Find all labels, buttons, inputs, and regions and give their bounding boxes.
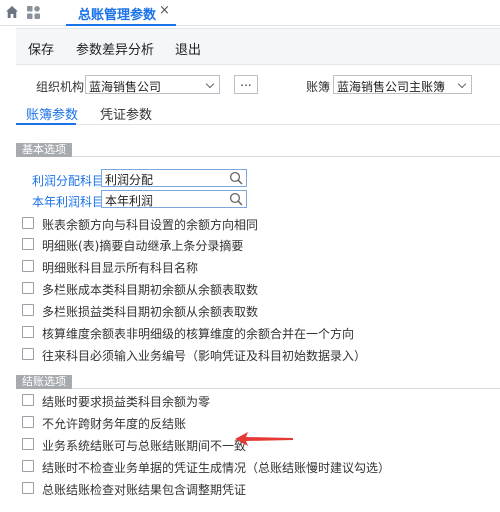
option-label: 不允许跨财务年度的反结账	[42, 417, 187, 431]
ledger-label: 账簿	[306, 80, 331, 94]
profit-dist-account-label: 利润分配科目	[32, 174, 105, 188]
option-label: 结账时要求损益类科目余额为零	[42, 395, 211, 409]
basic-options-header: 基本选项	[16, 143, 500, 157]
checkbox[interactable]	[22, 217, 34, 229]
save-button[interactable]: 保存	[28, 39, 54, 58]
checkbox[interactable]	[22, 460, 34, 472]
option-label: 结账时不检查业务单据的凭证生成情况（总账结账慢时建议勾选）	[42, 461, 391, 475]
profit-dist-account-input[interactable]: 利润分配	[101, 169, 247, 187]
option-label: 多栏账损益类科目期初余额从余额表取数	[42, 305, 259, 319]
apps-grid-icon[interactable]	[26, 5, 41, 20]
search-icon[interactable]	[229, 171, 243, 185]
current-profit-account-label: 本年利润科目	[32, 195, 105, 209]
ledger-select[interactable]: 蓝海销售公司主账簿	[333, 75, 472, 94]
chevron-down-icon	[205, 79, 215, 89]
param-subtabs: 账簿参数 凭证参数	[16, 102, 500, 125]
option-label: 明细账(表)摘要自动继承上条分录摘要	[42, 239, 244, 253]
option-label: 总账结账检查对账结果包含调整期凭证	[42, 483, 247, 497]
close-icon[interactable]: ×	[159, 3, 170, 18]
tab-ledger-params[interactable]: 账簿参数	[26, 104, 78, 123]
org-more-button[interactable]: ...	[234, 75, 258, 94]
checkbox[interactable]	[22, 438, 34, 450]
checkbox[interactable]	[22, 394, 34, 406]
exit-button[interactable]: 退出	[175, 39, 201, 58]
org-label: 组织机构	[36, 80, 85, 94]
closing-options-header: 结账选项	[16, 375, 500, 389]
checkbox[interactable]	[22, 416, 34, 428]
section-title: 基本选项	[16, 143, 72, 157]
option-label: 往来科目必须输入业务编号（影响凭证及科目初始数据录入）	[42, 349, 367, 363]
checkbox[interactable]	[22, 282, 34, 294]
ledger-select-value: 蓝海销售公司主账簿	[337, 80, 446, 94]
option-label: 明细账科目显示所有科目名称	[42, 261, 199, 275]
tab-label: 总账管理参数	[78, 8, 157, 23]
profit-dist-account-value: 利润分配	[105, 173, 154, 187]
checkbox[interactable]	[22, 238, 34, 250]
current-profit-account-input[interactable]: 本年利润	[101, 190, 247, 208]
option-label: 多栏账成本类科目期初余额从余额表取数	[42, 283, 259, 297]
checkbox[interactable]	[22, 304, 34, 316]
tab-gl-params[interactable]: 总账管理参数 ×	[66, 0, 176, 26]
chevron-down-icon	[457, 79, 467, 89]
section-title: 结账选项	[16, 375, 72, 389]
current-profit-account-value: 本年利润	[105, 194, 154, 208]
search-icon[interactable]	[229, 192, 243, 206]
tab-bar: 总账管理参数 ×	[0, 0, 500, 26]
org-select-value: 蓝海销售公司	[89, 80, 162, 94]
checkbox[interactable]	[22, 326, 34, 338]
checkbox[interactable]	[22, 348, 34, 360]
home-icon[interactable]	[5, 5, 19, 19]
annotation-arrow-icon	[235, 432, 293, 446]
checkbox[interactable]	[22, 260, 34, 272]
active-tab-indicator	[16, 123, 76, 125]
checkbox[interactable]	[22, 482, 34, 494]
toolbar: 保存 参数差异分析 退出	[16, 28, 500, 65]
option-label: 业务系统结账可与总账结账期间不一致	[42, 439, 247, 453]
option-label: 账表余额方向与科目设置的余额方向相同	[42, 218, 259, 232]
param-diff-analysis-button[interactable]: 参数差异分析	[76, 39, 154, 58]
org-select[interactable]: 蓝海销售公司	[85, 75, 220, 94]
option-label: 核算维度余额表非明细级的核算维度的余额合并在一个方向	[42, 327, 355, 341]
tab-voucher-params[interactable]: 凭证参数	[100, 104, 152, 123]
